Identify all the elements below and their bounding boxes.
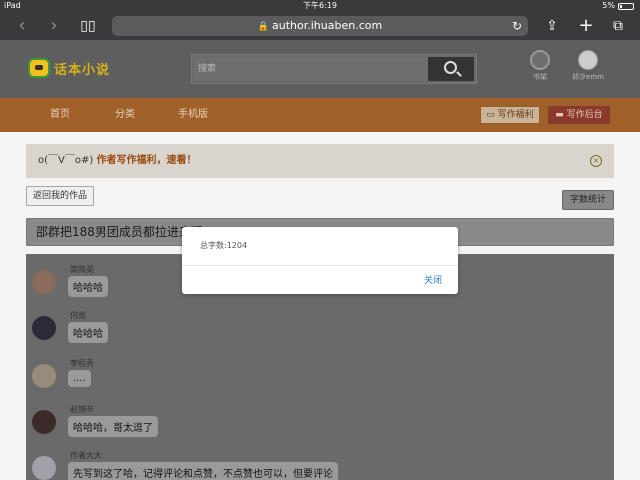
battery-percent: 5% xyxy=(602,1,615,10)
clock: 下午6:19 xyxy=(303,1,337,10)
address-bar[interactable]: 🔒 author.ihuaben.com ↻ xyxy=(112,16,528,36)
status-bar: iPad 下午6:19 5% xyxy=(0,0,640,12)
browser-toolbar: ‹ › ▯▯ 🔒 author.ihuaben.com ↻ ⇪ + ⧉ xyxy=(0,12,640,40)
dialog-message: 总字数:1204 xyxy=(200,241,248,250)
back-icon[interactable]: ‹ xyxy=(10,14,34,38)
reload-icon[interactable]: ↻ xyxy=(512,16,522,36)
dialog-divider xyxy=(182,265,458,266)
lock-icon: 🔒 xyxy=(257,22,269,32)
url-text: author.ihuaben.com xyxy=(272,19,383,32)
share-icon[interactable]: ⇪ xyxy=(540,14,564,38)
bookmarks-icon[interactable]: ▯▯ xyxy=(76,14,100,38)
forward-icon[interactable]: › xyxy=(42,14,66,38)
battery-icon xyxy=(618,2,634,10)
dialog-close-button[interactable]: 关闭 xyxy=(424,273,442,286)
battery-status: 5% xyxy=(602,0,634,12)
new-tab-icon[interactable]: + xyxy=(574,14,598,38)
word-count-dialog: 总字数:1204 关闭 xyxy=(182,227,458,294)
tabs-icon[interactable]: ⧉ xyxy=(606,14,630,38)
